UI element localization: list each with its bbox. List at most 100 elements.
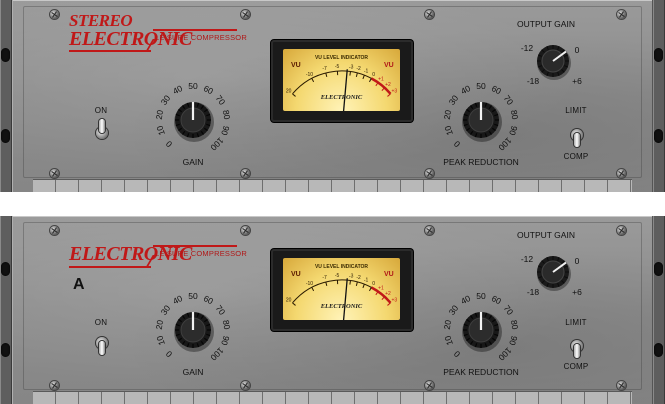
vu-scale-label: +1: [378, 285, 384, 291]
screw-icon: [241, 10, 250, 19]
rack-hole: [654, 262, 663, 276]
knob-tick-label: 0: [164, 349, 175, 360]
comp-label: COMP: [563, 152, 589, 161]
vu-scale-label: -1: [364, 69, 369, 75]
knob-tick-label: 80: [221, 109, 232, 120]
vu-label-left: VU: [291, 62, 301, 69]
rack-ear-right: [653, 216, 665, 404]
screw-icon: [617, 169, 626, 178]
output-gain-tick: +6: [572, 76, 582, 86]
knob-tick-label: 70: [214, 93, 228, 107]
vu-scale-label: +3: [392, 298, 398, 304]
power-label: ON: [94, 318, 108, 327]
vu-meter-face: VU LEVEL INDICATOR VU VU 20 -10 -7 -5 -3 -2 -1 0 +1…: [283, 49, 400, 111]
knob-tick-label: 20: [442, 319, 453, 330]
gain-knob[interactable]: 0 10 20 3040 50 6070 80 90100: [145, 78, 241, 168]
screw-icon: [50, 10, 59, 19]
brand-underline: [69, 50, 151, 52]
knob-tick-label: 100: [496, 135, 513, 152]
knob-tick-label: 0: [452, 139, 463, 150]
output-gain-knob[interactable]: -18 -12 0 +6: [505, 240, 587, 300]
knob-tick-label: 90: [507, 124, 520, 136]
screw-icon: [617, 381, 626, 390]
vu-meter-face: VU LEVEL INDICATOR VU VU 20 -10 -7 -5 -3 -2 -1 0 +1…: [283, 258, 400, 320]
knob-tick-label: 0: [164, 139, 175, 150]
vu-scale-label: -5: [335, 64, 340, 70]
power-switch[interactable]: [95, 329, 109, 355]
knob-tick-label: 10: [154, 334, 167, 346]
faceplate: STEREO ELECTRONIC LEISURE COMPRESSOR ON …: [12, 0, 653, 192]
power-label: ON: [94, 106, 108, 115]
vu-scale-label: +2: [385, 291, 391, 297]
knob-tick-label: 50: [476, 291, 486, 301]
screw-icon: [425, 381, 434, 390]
vu-scale-label: 20: [286, 298, 292, 304]
output-gain-tick: 0: [575, 256, 580, 266]
rack-hole: [654, 129, 663, 143]
limit-comp-switch[interactable]: [570, 121, 584, 147]
rack-hole: [1, 129, 10, 143]
comp-label: COMP: [563, 362, 589, 371]
bottom-vent-strip: [33, 179, 632, 192]
output-gain-tick: -18: [527, 76, 540, 86]
limit-comp-switch[interactable]: [570, 332, 584, 358]
gain-label: GAIN: [182, 367, 204, 377]
vu-scale-label: -10: [306, 72, 313, 78]
gain-label: GAIN: [182, 157, 204, 167]
knob-tick-label: 80: [221, 319, 232, 330]
vu-scale-label: -1: [364, 278, 369, 284]
screw-icon: [50, 381, 59, 390]
vu-meter-brand: ELECTRONIC: [320, 303, 363, 310]
knob-tick-label: 60: [202, 293, 215, 306]
knob-tick-label: 30: [159, 93, 173, 107]
knob-tick-label: 70: [502, 303, 516, 317]
vu-scale-label: +3: [392, 89, 398, 95]
power-switch[interactable]: [95, 119, 109, 145]
knob-tick-label: 10: [442, 334, 455, 346]
knob-tick-label: 30: [447, 93, 461, 107]
rack-hole: [1, 48, 10, 62]
gain-knob[interactable]: 0 10 20 3040 50 6070 80 90100: [145, 288, 241, 378]
knob-tick-label: 50: [188, 81, 198, 91]
model-variant: A: [73, 276, 85, 293]
knob-tick-label: 40: [171, 83, 184, 96]
limit-label: LIMIT: [565, 106, 587, 115]
rack-hole: [1, 343, 10, 357]
compressor-unit-stereo: STEREO ELECTRONIC LEISURE COMPRESSOR ON …: [0, 0, 665, 192]
screw-icon: [241, 381, 250, 390]
knob-tick-label: 70: [214, 303, 228, 317]
rack-hole: [1, 262, 10, 276]
brand-line1: STEREO: [69, 11, 133, 30]
vu-scale-label: -3: [349, 274, 354, 280]
knob-tick-label: 100: [496, 345, 513, 362]
knob-tick-label: 30: [159, 303, 173, 317]
vu-meter-scale: VU LEVEL INDICATORVU VU20-10-7 -5 -3 -2 -10+1…: [286, 55, 398, 111]
vu-scale-label: -10: [306, 281, 313, 287]
tagline-rule: [153, 29, 237, 31]
knob-tick-label: 90: [507, 334, 520, 346]
knob-tick-label: 0: [452, 349, 463, 360]
knob-tick-label: 60: [490, 293, 503, 306]
output-gain-label: OUTPUT GAIN: [517, 230, 575, 240]
peak-reduction-knob[interactable]: 0 10 20 3040 50 6070 80 90100: [433, 78, 529, 168]
rack-ear-right: [653, 0, 665, 192]
vu-label-right: VU: [384, 271, 394, 278]
compressor-unit-a: ELECTRONIC LEISURE COMPRESSOR A ON VU LE…: [0, 216, 665, 404]
knob-tick-label: 60: [490, 83, 503, 96]
vu-scale-label: +2: [385, 82, 391, 88]
knob-tick-label: 40: [171, 293, 184, 306]
vu-scale-label: -5: [335, 273, 340, 279]
peak-reduction-label: PEAK REDUCTION: [443, 157, 519, 167]
output-gain-knob[interactable]: -18 -12 0 +6: [505, 29, 587, 89]
knob-tick-label: 100: [208, 345, 225, 362]
rack-hole: [654, 48, 663, 62]
rack-ear-left: [0, 216, 12, 404]
output-gain-tick: -12: [521, 254, 534, 264]
screw-icon: [617, 226, 626, 235]
peak-reduction-knob[interactable]: 0 10 20 3040 50 6070 80 90100: [433, 288, 529, 378]
knob-tick-label: 80: [509, 319, 520, 330]
knob-tick-label: 50: [188, 291, 198, 301]
knob-tick-label: 40: [459, 83, 472, 96]
screw-icon: [425, 169, 434, 178]
vu-meter-title: VU LEVEL INDICATOR: [315, 55, 368, 61]
